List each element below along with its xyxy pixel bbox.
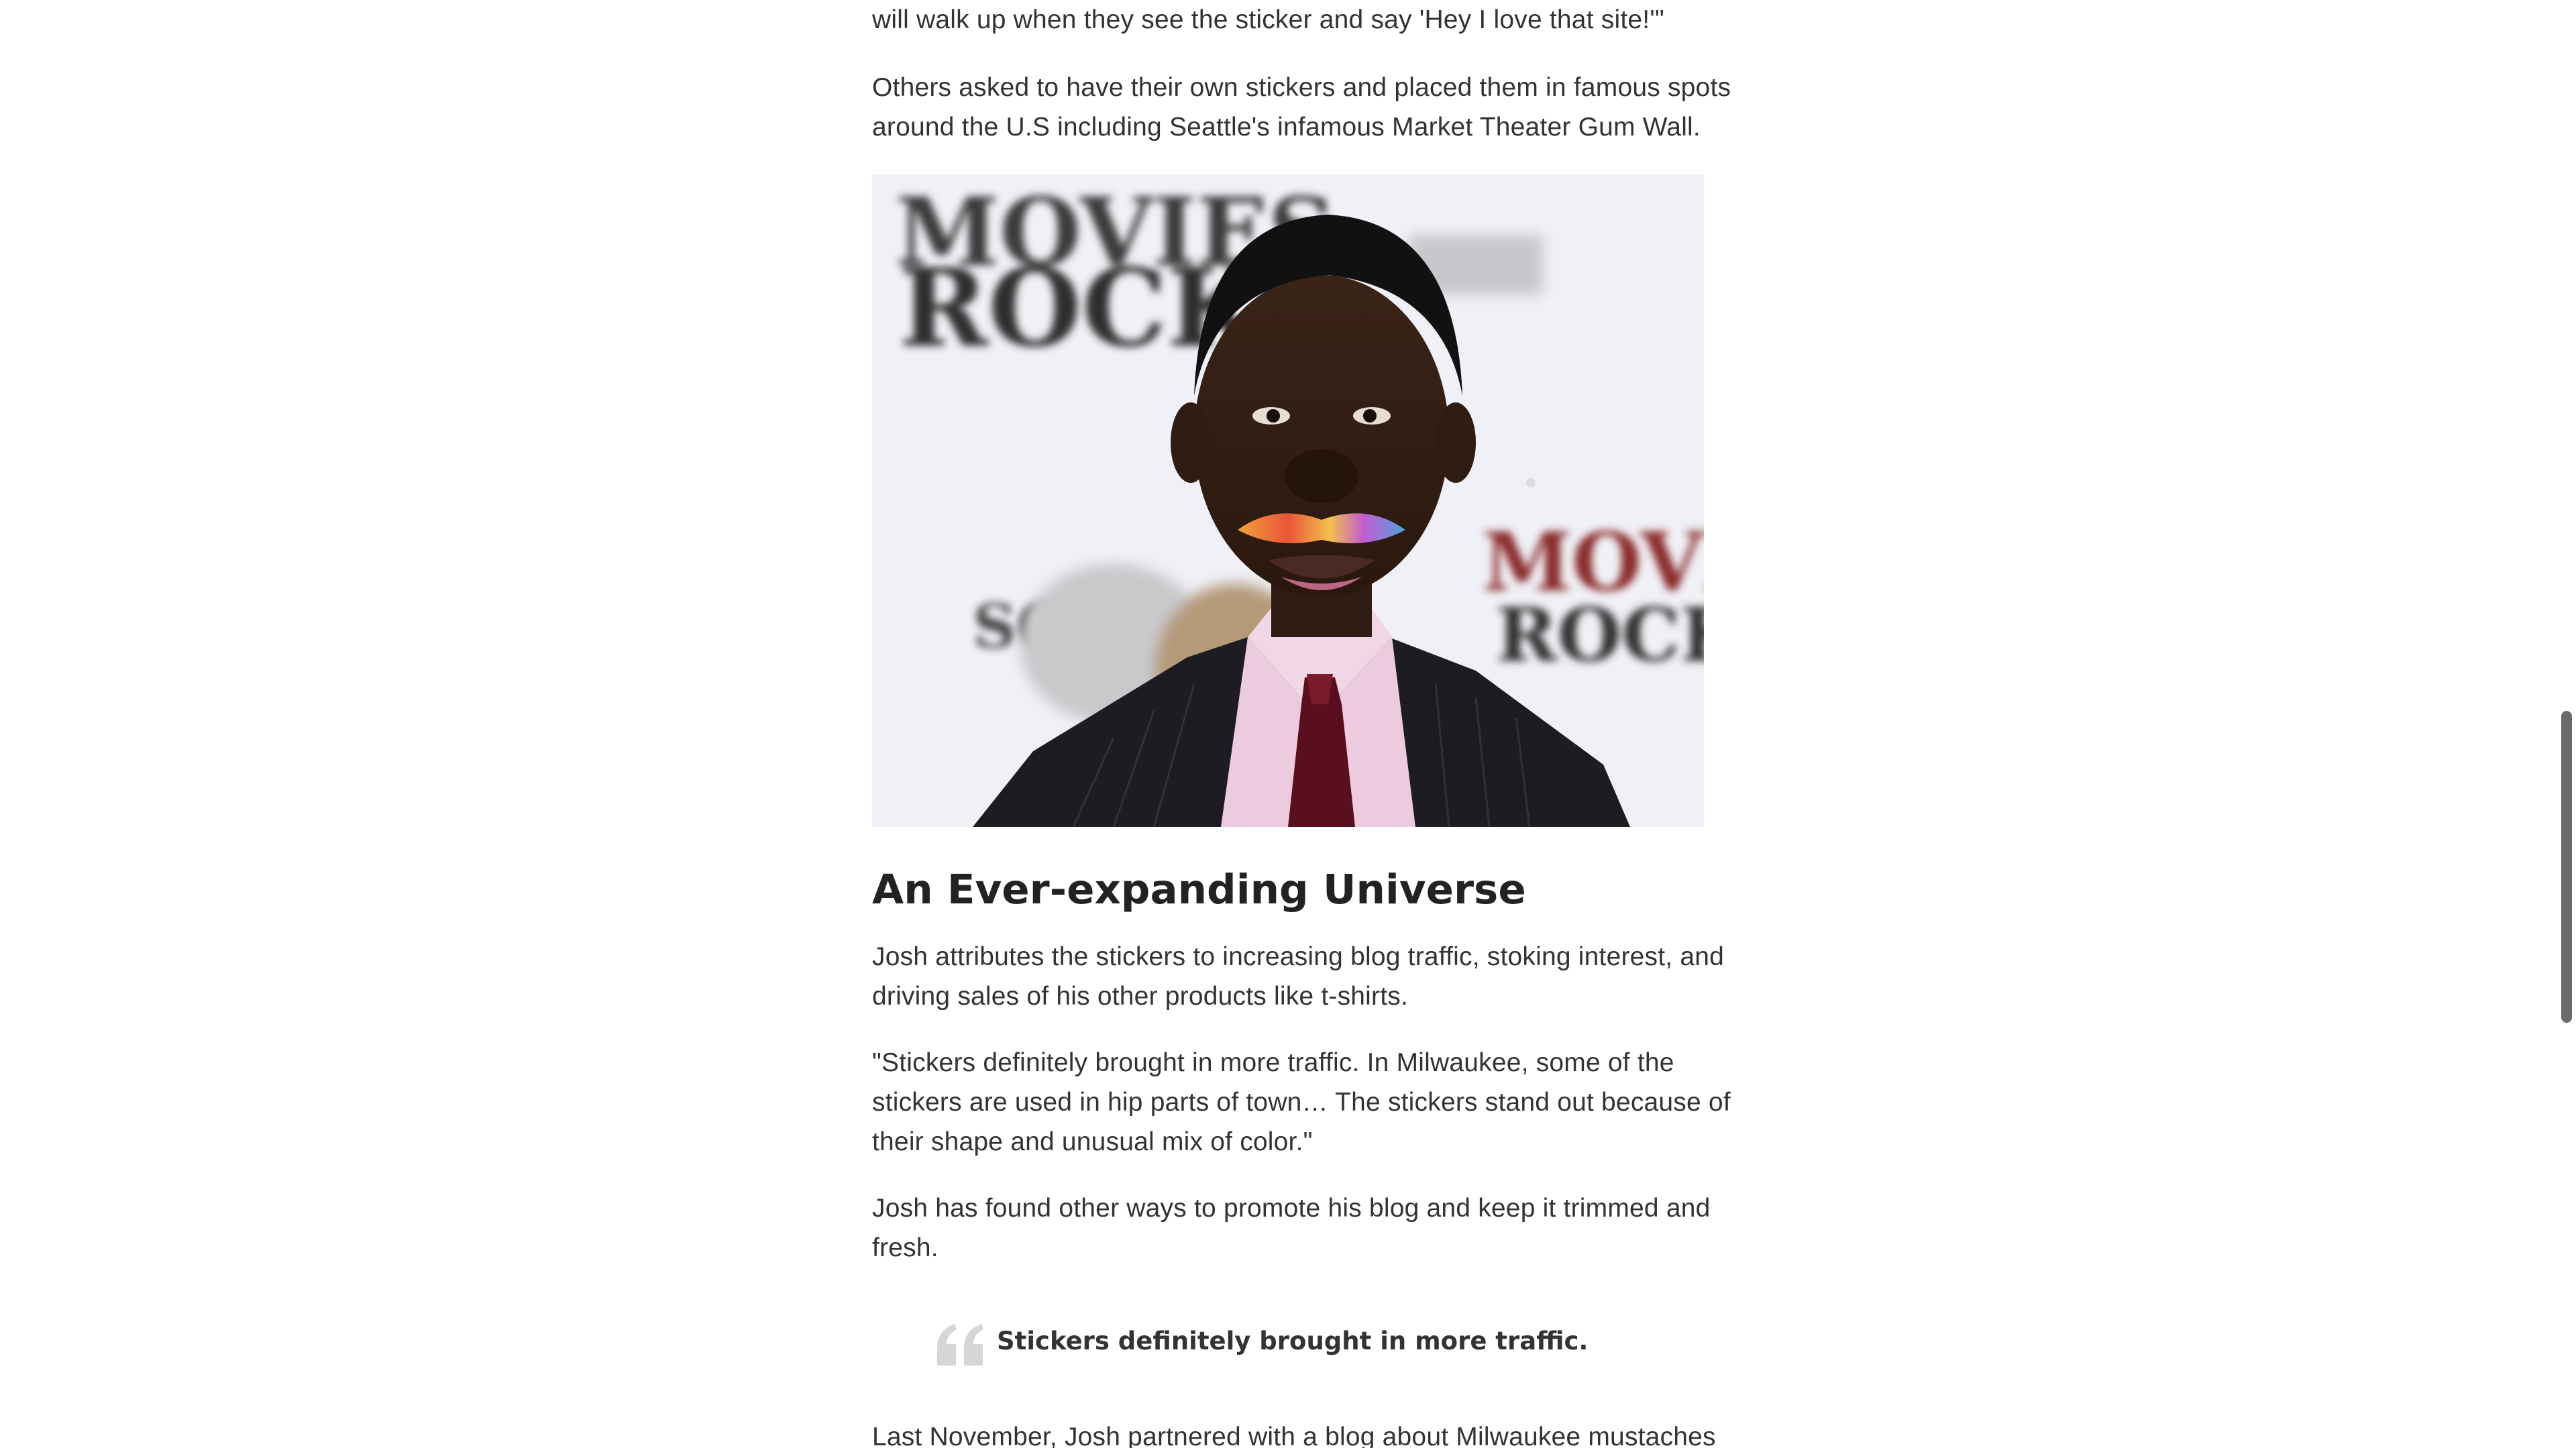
paragraph-top: will walk up when they see the sticker a…: [872, 0, 1704, 40]
paragraph-line: their shape and unusual mix of color.": [872, 1127, 1313, 1156]
photo-illustration: MOVIES ROCK SONY MOVIES ROCK: [872, 174, 1704, 827]
paragraph-line: driving sales of his other products like…: [872, 982, 1408, 1011]
pull-quote-text: Stickers definitely brought in more traf…: [997, 1327, 1589, 1355]
paragraph-last: Last November, Josh partnered with a blo…: [872, 1417, 1716, 1448]
section-heading: An Ever-expanding Universe: [872, 866, 1526, 913]
paragraph-line: Last November, Josh partnered with a blo…: [872, 1423, 1716, 1448]
paragraph-josh-attributes: Josh attributes the stickers to increasi…: [872, 937, 1725, 1016]
paragraph-line: Josh attributes the stickers to increasi…: [872, 942, 1725, 971]
svg-text:ROCK: ROCK: [1496, 592, 1704, 678]
paragraph-line: "Stickers definitely brought in more tra…: [872, 1048, 1674, 1077]
paragraph-line: Others asked to have their own stickers …: [872, 73, 1731, 102]
paragraph-line: will walk up when they see the sticker a…: [872, 5, 1664, 34]
pull-quote: Stickers definitely brought in more traf…: [934, 1321, 1605, 1375]
scrollbar-thumb[interactable]: [2561, 711, 2572, 1023]
paragraph-line: fresh.: [872, 1233, 938, 1262]
paragraph-josh-found: Josh has found other ways to promote his…: [872, 1188, 1711, 1268]
paragraph-quote: "Stickers definitely brought in more tra…: [872, 1043, 1731, 1162]
paragraph-line: Josh has found other ways to promote his…: [872, 1194, 1711, 1223]
article-photo: MOVIES ROCK SONY MOVIES ROCK: [872, 174, 1704, 827]
quote-mark-icon: [937, 1324, 983, 1366]
paragraph-line: stickers are used in hip parts of town… …: [872, 1088, 1731, 1117]
paragraph-others: Others asked to have their own stickers …: [872, 68, 1731, 147]
paragraph-line: around the U.S including Seattle's infam…: [872, 113, 1701, 142]
vertical-scrollbar[interactable]: [2557, 0, 2576, 1448]
